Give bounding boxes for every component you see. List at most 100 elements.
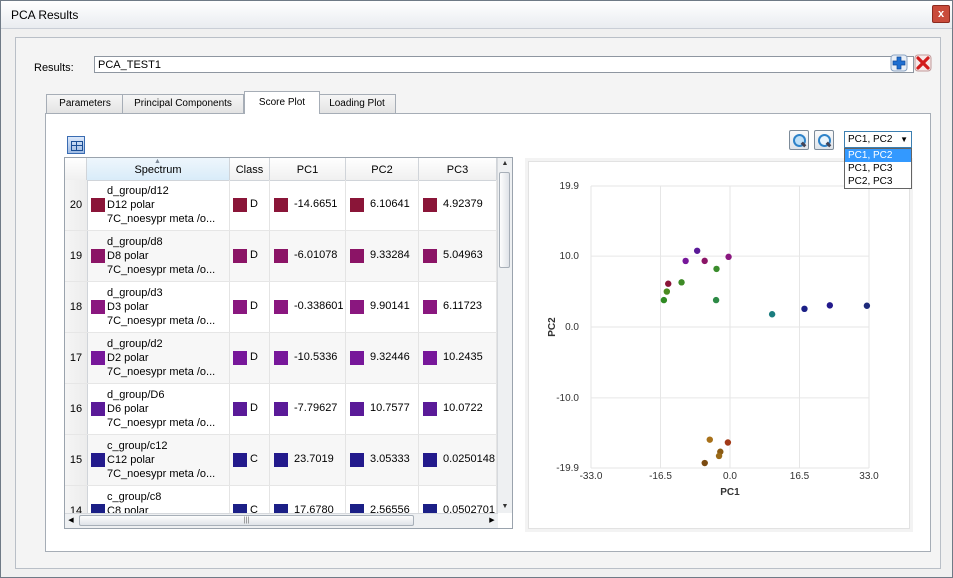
scroll-down-icon[interactable]: ▼ xyxy=(498,501,512,513)
data-point[interactable] xyxy=(663,288,671,295)
horizontal-scrollbar[interactable]: ◀ ||| ▶ xyxy=(65,513,498,528)
cell-pc3[interactable]: 4.92379 xyxy=(419,180,497,230)
scroll-right-icon[interactable]: ▶ xyxy=(486,514,498,528)
data-point[interactable] xyxy=(712,296,720,304)
data-point[interactable] xyxy=(768,311,776,318)
zoom-button[interactable] xyxy=(789,130,809,150)
cell-class[interactable]: C xyxy=(230,435,270,485)
spectrum-line: d_group/d8 xyxy=(107,236,163,248)
pc-option-pc1-pc3[interactable]: PC1, PC3 xyxy=(845,162,911,175)
table-row[interactable]: 18 d_group/d3 D3 polar 7C_noesypr meta /o..… xyxy=(65,282,497,333)
table-row[interactable]: 19 d_group/d8 D8 polar 7C_noesypr meta /o..… xyxy=(65,231,497,282)
table-row[interactable]: 17 d_group/d2 D2 polar 7C_noesypr meta /o..… xyxy=(65,333,497,384)
data-point[interactable] xyxy=(682,257,689,265)
cell-spectrum[interactable]: d_group/D6 D6 polar 7C_noesypr meta /o... xyxy=(87,384,230,434)
column-header-spectrum[interactable]: ▲ Spectrum xyxy=(87,158,230,180)
tab-parameters[interactable]: Parameters xyxy=(46,94,124,113)
cell-class[interactable]: D xyxy=(230,333,270,383)
data-point[interactable] xyxy=(863,302,871,309)
x-tick-label: 33.0 xyxy=(859,471,879,482)
cell-pc2[interactable]: 6.10641 xyxy=(346,180,419,230)
data-point[interactable] xyxy=(826,302,834,309)
add-result-button[interactable] xyxy=(890,54,908,72)
cell-pc1[interactable]: -6.01078 xyxy=(270,231,346,281)
pc-option-pc2-pc3[interactable]: PC2, PC3 xyxy=(845,175,911,188)
color-swatch xyxy=(423,198,437,212)
color-swatch xyxy=(233,198,247,212)
score-plot-panel: PC1, PC2 ▼ PC1, PC2 PC1, PC3 PC2, PC3 ▲ S… xyxy=(45,113,931,552)
zoom-reset-button[interactable] xyxy=(814,130,834,150)
scroll-up-icon[interactable]: ▲ xyxy=(498,158,512,170)
cell-pc3[interactable]: 0.0250148 xyxy=(419,435,497,485)
data-point[interactable] xyxy=(665,280,672,287)
tab-loading-plot[interactable]: Loading Plot xyxy=(318,94,396,113)
data-point[interactable] xyxy=(715,452,723,460)
column-header-class[interactable]: Class xyxy=(230,158,270,180)
cell-pc1[interactable]: -14.6651 xyxy=(270,180,346,230)
data-point[interactable] xyxy=(724,439,732,446)
column-header-pc2[interactable]: PC2 xyxy=(346,158,419,180)
cell-spectrum[interactable]: d_group/d2 D2 polar 7C_noesypr meta /o... xyxy=(87,333,230,383)
color-swatch xyxy=(91,402,105,416)
data-point[interactable] xyxy=(660,296,668,304)
color-swatch xyxy=(423,453,437,467)
cell-pc3[interactable]: 10.0722 xyxy=(419,384,497,434)
pc3-value: 10.0722 xyxy=(443,402,483,414)
cell-pc3[interactable]: 10.2435 xyxy=(419,333,497,383)
cell-pc1[interactable]: -10.5336 xyxy=(270,333,346,383)
close-window-button[interactable]: x xyxy=(932,5,950,23)
data-point[interactable] xyxy=(713,265,720,273)
cell-pc2[interactable]: 10.7577 xyxy=(346,384,419,434)
cell-pc3[interactable]: 5.04963 xyxy=(419,231,497,281)
cell-pc2[interactable]: 9.32446 xyxy=(346,333,419,383)
delete-result-button[interactable] xyxy=(914,54,932,72)
data-point[interactable] xyxy=(701,459,708,467)
color-swatch xyxy=(274,300,288,314)
table-header: ▲ Spectrum Class PC1 PC2 PC3 xyxy=(65,158,512,181)
cell-spectrum[interactable]: d_group/d8 D8 polar 7C_noesypr meta /o... xyxy=(87,231,230,281)
cell-pc1[interactable]: -7.79627 xyxy=(270,384,346,434)
tab-score-plot[interactable]: Score Plot xyxy=(244,91,320,114)
vertical-scroll-thumb[interactable] xyxy=(499,172,510,268)
column-header-pc3[interactable]: PC3 xyxy=(419,158,497,180)
data-point[interactable] xyxy=(725,253,732,261)
cell-class[interactable]: D xyxy=(230,231,270,281)
scroll-left-icon[interactable]: ◀ xyxy=(65,514,77,528)
horizontal-scroll-thumb[interactable]: ||| xyxy=(79,515,414,526)
data-point[interactable] xyxy=(801,305,808,313)
table-row[interactable]: 15 c_group/c12 C12 polar 7C_noesypr meta /o… xyxy=(65,435,497,486)
pc-option-pc1-pc2[interactable]: PC1, PC2 xyxy=(845,149,911,162)
cell-class[interactable]: D xyxy=(230,180,270,230)
cell-pc1[interactable]: 23.7019 xyxy=(270,435,346,485)
data-point[interactable] xyxy=(678,279,685,286)
table-row[interactable]: 16 d_group/D6 D6 polar 7C_noesypr meta /o..… xyxy=(65,384,497,435)
cell-pc2[interactable]: 3.05333 xyxy=(346,435,419,485)
spectrum-text: c_group/c12 C12 polar 7C_noesypr meta /o..… xyxy=(107,439,215,481)
results-select-value: PCA_TEST1 xyxy=(98,59,161,71)
cell-pc1[interactable]: -0.338601 xyxy=(270,282,346,332)
tab-principal-components[interactable]: Principal Components xyxy=(122,94,244,113)
column-header-pc1[interactable]: PC1 xyxy=(270,158,346,180)
cell-pc2[interactable]: 9.33284 xyxy=(346,231,419,281)
table-view-button[interactable] xyxy=(67,136,85,154)
spectrum-line: D12 polar xyxy=(107,199,155,211)
vertical-scrollbar[interactable]: ▲ ▼ xyxy=(497,158,512,513)
table-row[interactable]: 20 d_group/d12 D12 polar 7C_noesypr meta /o… xyxy=(65,180,497,231)
cell-pc2[interactable]: 9.90141 xyxy=(346,282,419,332)
chevron-down-icon: ▼ xyxy=(900,135,908,144)
cell-spectrum[interactable]: c_group/c12 C12 polar 7C_noesypr meta /o..… xyxy=(87,435,230,485)
cell-class[interactable]: D xyxy=(230,282,270,332)
results-select[interactable]: PCA_TEST1 ▼ xyxy=(94,56,914,73)
cell-pc3[interactable]: 6.11723 xyxy=(419,282,497,332)
cell-spectrum[interactable]: d_group/d12 D12 polar 7C_noesypr meta /o..… xyxy=(87,180,230,230)
cell-spectrum[interactable]: d_group/d3 D3 polar 7C_noesypr meta /o... xyxy=(87,282,230,332)
color-swatch xyxy=(274,453,288,467)
spectrum-line: c_group/c8 xyxy=(107,491,162,503)
data-point[interactable] xyxy=(701,257,708,265)
data-point[interactable] xyxy=(706,436,713,443)
cell-class[interactable]: D xyxy=(230,384,270,434)
color-swatch xyxy=(91,249,105,263)
pc-pair-select[interactable]: PC1, PC2 ▼ xyxy=(844,131,912,148)
x-tick-label: 0.0 xyxy=(723,471,737,482)
data-point[interactable] xyxy=(693,247,701,254)
